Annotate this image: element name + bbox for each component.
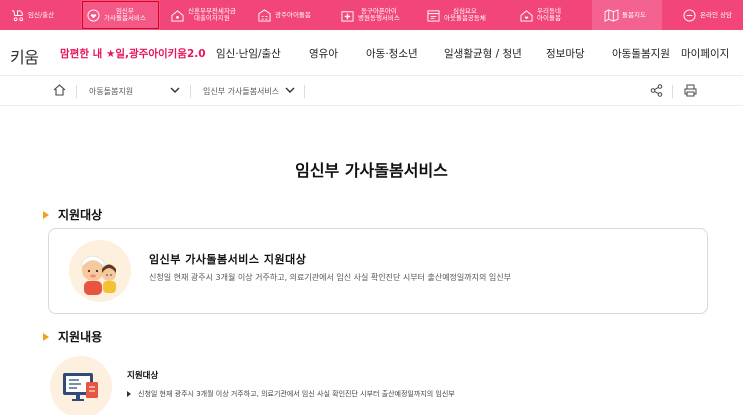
breadcrumb-divider (190, 85, 191, 98)
card-description: 신청일 현재 광주시 3개월 이상 거주하고, 의료기관에서 임신 사실 확인진… (149, 273, 511, 282)
nav-item-child-care[interactable]: 아동돌봄지원 (612, 46, 670, 61)
monitor-document-icon (63, 373, 98, 401)
quick-item-label: 임신부 가사돌봄서비스 (104, 7, 146, 22)
quick-item-label: 광주아이돌봄 (275, 10, 311, 19)
main-navigation: 키움 맘편한 내 ★일,광주아이키움2.0 임신·난임/출산 영유아 아동·청소… (0, 30, 743, 76)
section-heading-target: 지원대상 (43, 206, 102, 223)
card-title: 임신부 가사돌봄서비스 지원대상 (149, 253, 307, 266)
hospital-icon (341, 10, 354, 22)
breadcrumb-divider (76, 85, 77, 98)
section-heading-text: 지원대상 (58, 208, 103, 222)
nav-item-youth[interactable]: 아동·청소년 (366, 46, 418, 61)
quick-item-label: 우리동네 아이돌봄 (537, 7, 561, 22)
section-bullet-icon (43, 210, 49, 219)
chat-icon (683, 8, 696, 22)
mother-child-icon (81, 255, 116, 295)
map-icon (604, 8, 619, 22)
quick-item-care-map[interactable]: 돌봄지도 (592, 0, 662, 30)
baby-carriage-icon (11, 9, 24, 21)
building-icon (258, 8, 271, 22)
share-icon[interactable] (650, 84, 663, 97)
quick-item-gwangju-care[interactable]: 광주아이돌봄 (257, 0, 327, 30)
site-logo[interactable]: 키움 (10, 44, 39, 68)
page-title: 임신부 가사돌봄서비스 (295, 161, 448, 180)
bullet-arrow-icon (127, 391, 131, 397)
toolbar-divider (672, 85, 673, 98)
breadcrumb-divider (304, 85, 305, 98)
nav-brand-link[interactable]: 맘편한 내 ★일,광주아이키움2.0 (60, 46, 206, 61)
target-card: 임신부 가사돌봄서비스 지원대상 신청일 현재 광주시 3개월 이상 거주하고,… (48, 228, 708, 314)
mother-child-illustration (69, 240, 131, 302)
nav-item-pregnancy[interactable]: 임신·난임/출산 (216, 46, 281, 61)
quick-item-label: 돌봄지도 (622, 10, 646, 19)
quick-menu-bar: 임신/출산 임신부 가사돌봄서비스 신혼부부전세자금 대출이자지원 광주아이돌봄… (0, 0, 743, 30)
support-item-text: 신청일 현재 광주시 3개월 이상 거주하고, 의료기관에서 임신 사실 확인진… (138, 390, 455, 398)
quick-item-newlywed-loan[interactable]: 신혼부부전세자금 대출이자지원 (170, 0, 248, 30)
section-heading-content: 지원내용 (43, 328, 102, 345)
breadcrumb-level1[interactable]: 아동돌봄지원 (89, 86, 133, 97)
quick-item-label: 임신/출산 (28, 10, 55, 19)
support-item-bullet: 신청일 현재 광주시 3개월 이상 거주하고, 의료기관에서 임신 사실 확인진… (127, 389, 455, 399)
section-heading-text: 지원내용 (58, 330, 103, 344)
support-item-title: 지원대상 (127, 371, 159, 381)
nav-item-mypage[interactable]: 마이페이지 (681, 46, 729, 61)
quick-item-neighborhood-care[interactable]: 우리동네 아이돌봄 (519, 0, 589, 30)
home-icon[interactable] (53, 84, 66, 96)
quick-item-hospital-escort[interactable]: 동구아픈아이 병원동행서비스 (340, 0, 416, 30)
section-bullet-icon (43, 332, 49, 341)
quick-item-pregnancy[interactable]: 임신/출산 (10, 0, 70, 30)
chevron-down-icon[interactable] (170, 86, 180, 94)
breadcrumb: 아동돌봄지원 임신부 가사돌봄서비스 (0, 76, 743, 106)
heart-hands-icon (87, 8, 100, 22)
calendar-icon (427, 9, 440, 22)
quick-item-online-consult[interactable]: 온라인 상담 (672, 0, 743, 30)
chevron-down-icon[interactable] (285, 86, 295, 94)
quick-item-label: 동구아픈아이 병원동행서비스 (358, 7, 400, 22)
breadcrumb-level2[interactable]: 임신부 가사돌봄서비스 (203, 86, 279, 97)
nav-item-info[interactable]: 정보마당 (546, 46, 585, 61)
quick-item-label: 심심요오 아웃돌봄공동체 (444, 7, 486, 22)
quick-item-label: 온라인 상담 (700, 10, 732, 19)
quick-item-pregnant-housekeeping[interactable]: 임신부 가사돌봄서비스 (81, 0, 160, 30)
nav-item-work-life[interactable]: 일생활균형 / 청년 (444, 46, 522, 61)
house-key-icon (171, 9, 184, 22)
house-heart-icon (520, 9, 533, 22)
nav-item-infant[interactable]: 영유아 (309, 46, 338, 61)
quick-item-label: 신혼부부전세자금 대출이자지원 (188, 7, 236, 22)
support-illustration (50, 356, 112, 415)
print-icon[interactable] (684, 84, 697, 97)
quick-item-community-care[interactable]: 심심요오 아웃돌봄공동체 (426, 0, 502, 30)
